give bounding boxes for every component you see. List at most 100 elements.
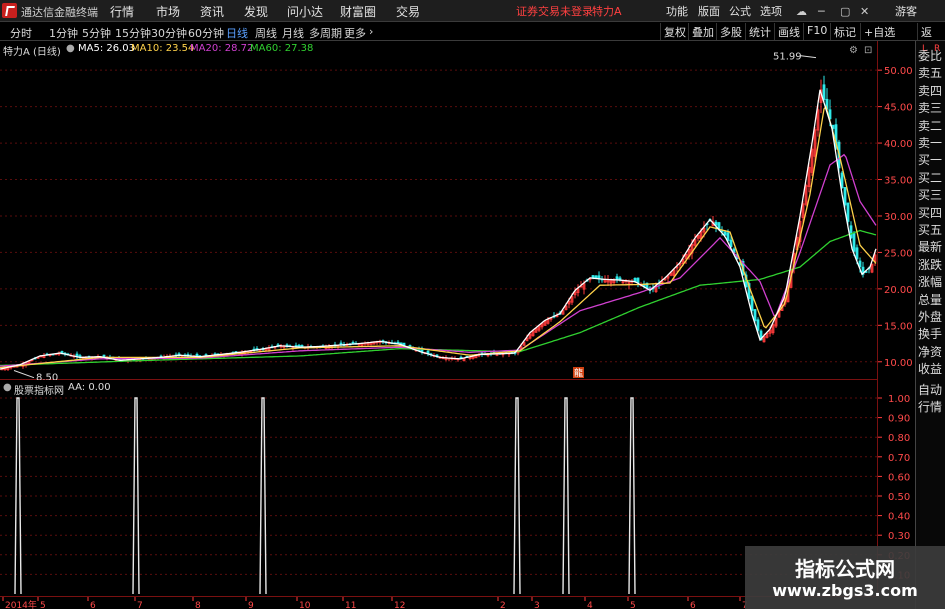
time-tick-label: 12 bbox=[394, 601, 405, 609]
side-tab-8[interactable]: 买三 bbox=[918, 188, 945, 203]
period-15min[interactable]: 15分钟 bbox=[115, 25, 151, 41]
indicator-tick-label: 0.90 bbox=[888, 414, 910, 425]
side-tab-15[interactable]: 外盘 bbox=[918, 310, 945, 325]
period-intraday[interactable]: 分时 bbox=[10, 25, 32, 41]
event-marker-label: 龍 bbox=[574, 367, 583, 379]
menu-function[interactable]: 功能 bbox=[666, 3, 688, 19]
draw-line-button[interactable]: 画线 bbox=[774, 23, 803, 40]
indicator-tick-label: 1.00 bbox=[888, 394, 910, 405]
side-tab-7[interactable]: 买二 bbox=[918, 171, 945, 186]
cloud-icon[interactable]: ☁ bbox=[796, 5, 807, 18]
menu-ask-xiaoda[interactable]: 问小达 bbox=[287, 3, 323, 20]
multi-stock-button[interactable]: 多股 bbox=[716, 23, 745, 40]
indicator-tick-label: 0.70 bbox=[888, 453, 910, 464]
period-daily[interactable]: 日线 bbox=[226, 25, 248, 41]
indicator-value: AA: 0.00 bbox=[68, 382, 111, 393]
price-chart-panel[interactable]: 51.99 8.50 龍 特力A (日线) ● MA5: 26.03 MA10: 2… bbox=[0, 41, 877, 384]
login-status[interactable]: 证券交易未登录 bbox=[516, 3, 593, 19]
signal-spike bbox=[14, 397, 22, 595]
menu-news[interactable]: 资讯 bbox=[200, 3, 224, 20]
period-toolbar: 分时 1分钟 5分钟 15分钟 30分钟 60分钟 日线 周线 月线 多周期 更… bbox=[0, 22, 945, 55]
side-tab-2[interactable]: 卖四 bbox=[918, 84, 945, 99]
candle-body bbox=[717, 222, 721, 229]
candlestick-chart[interactable]: 51.99 8.50 龍 bbox=[0, 41, 877, 384]
period-monthly[interactable]: 月线 bbox=[282, 25, 304, 41]
side-tab-bottom-1[interactable]: 行情 bbox=[918, 400, 945, 415]
candle-body bbox=[729, 239, 733, 247]
current-stock-title: 特力A bbox=[592, 5, 622, 18]
overlay-button[interactable]: 叠加 bbox=[688, 23, 717, 40]
indicator-dot-icon: ● bbox=[3, 382, 12, 393]
indicator-tick-label: 0.80 bbox=[888, 433, 910, 444]
side-tab-11[interactable]: 最新 bbox=[918, 240, 945, 255]
side-tab-3[interactable]: 卖三 bbox=[918, 101, 945, 116]
candle-body bbox=[753, 309, 757, 322]
menu-discover[interactable]: 发现 bbox=[244, 3, 268, 20]
time-tick-label: 2 bbox=[500, 601, 506, 609]
candle-body bbox=[726, 232, 730, 241]
side-tab-6[interactable]: 买一 bbox=[918, 153, 945, 168]
period-more[interactable]: 更多 bbox=[344, 25, 366, 41]
period-weekly[interactable]: 周线 bbox=[255, 25, 277, 41]
site-watermark: 指标公式网 www.zbgs3.com bbox=[745, 546, 945, 609]
side-tab-9[interactable]: 买四 bbox=[918, 206, 945, 221]
restore-icon[interactable]: ▢ bbox=[840, 5, 850, 18]
period-60min[interactable]: 60分钟 bbox=[188, 25, 224, 41]
candle-body bbox=[855, 247, 859, 260]
ma10-line bbox=[0, 105, 877, 369]
indicator-tick-label: 0.50 bbox=[888, 492, 910, 503]
menu-layout[interactable]: 版面 bbox=[698, 3, 720, 19]
period-multi[interactable]: 多周期 bbox=[309, 25, 342, 41]
ma5-line bbox=[0, 89, 877, 370]
candle-body bbox=[822, 84, 826, 100]
side-tab-16[interactable]: 换手 bbox=[918, 327, 945, 342]
candle-body bbox=[636, 277, 640, 284]
side-tab-5[interactable]: 卖一 bbox=[918, 136, 945, 151]
indicator-tick-label: 0.60 bbox=[888, 472, 910, 483]
time-tick-label: 5 bbox=[630, 601, 636, 609]
menu-options[interactable]: 选项 bbox=[760, 3, 782, 19]
close-icon[interactable]: ✕ bbox=[860, 5, 869, 18]
mark-button[interactable]: 标记 bbox=[830, 23, 859, 40]
f10-button[interactable]: F10 bbox=[803, 23, 830, 40]
period-5min[interactable]: 5分钟 bbox=[82, 25, 111, 41]
legend-ma10: MA10: 23.54 bbox=[131, 43, 195, 54]
price-tick-label: 25.00 bbox=[884, 248, 913, 259]
period-1min[interactable]: 1分钟 bbox=[49, 25, 78, 41]
side-tab-17[interactable]: 净资 bbox=[918, 345, 945, 360]
price-tick-label: 35.00 bbox=[884, 176, 913, 187]
price-tick-label: 20.00 bbox=[884, 285, 913, 296]
adjust-button[interactable]: 复权 bbox=[660, 23, 689, 40]
side-tab-10[interactable]: 买五 bbox=[918, 223, 945, 238]
time-tick-label: 3 bbox=[534, 601, 540, 609]
menu-market[interactable]: 市场 bbox=[156, 3, 180, 20]
side-tab-4[interactable]: 卖二 bbox=[918, 119, 945, 134]
side-tab-14[interactable]: 总量 bbox=[918, 293, 945, 308]
back-button[interactable]: 返回 bbox=[917, 23, 945, 55]
more-arrow-icon[interactable]: › bbox=[369, 25, 373, 38]
add-favorite-button[interactable]: +自选 bbox=[860, 23, 898, 40]
side-tab-13[interactable]: 涨幅 bbox=[918, 275, 945, 290]
side-tab-12[interactable]: 涨跌 bbox=[918, 258, 945, 273]
side-tab-bottom-0[interactable]: 自动 bbox=[918, 383, 945, 398]
candle-body bbox=[843, 187, 847, 206]
menu-trade[interactable]: 交易 bbox=[396, 3, 420, 20]
guest-label[interactable]: 游客 bbox=[895, 3, 917, 19]
side-tab-0[interactable]: 委比 bbox=[918, 49, 945, 64]
expand-icon[interactable]: ⊡ bbox=[864, 45, 872, 56]
time-tick-label: 4 bbox=[587, 601, 593, 609]
period-30min[interactable]: 30分钟 bbox=[151, 25, 187, 41]
menu-quotes[interactable]: 行情 bbox=[110, 3, 134, 20]
legend-ma60: MA60: 27.38 bbox=[250, 43, 314, 54]
statistics-button[interactable]: 统计 bbox=[745, 23, 774, 40]
watermark-title: 指标公式网 bbox=[795, 557, 895, 581]
menu-wealth-circle[interactable]: 财富圈 bbox=[340, 3, 376, 20]
time-tick-label: 7 bbox=[137, 601, 143, 609]
side-tab-18[interactable]: 收益 bbox=[918, 362, 945, 377]
time-tick-label: 11 bbox=[345, 601, 356, 609]
side-tab-1[interactable]: 卖五 bbox=[918, 66, 945, 81]
settings-icon[interactable]: ⚙ bbox=[849, 45, 858, 56]
menu-formula[interactable]: 公式 bbox=[729, 3, 751, 19]
high-price-label: 51.99 bbox=[773, 52, 802, 63]
minimize-icon[interactable]: ─ bbox=[818, 5, 825, 18]
